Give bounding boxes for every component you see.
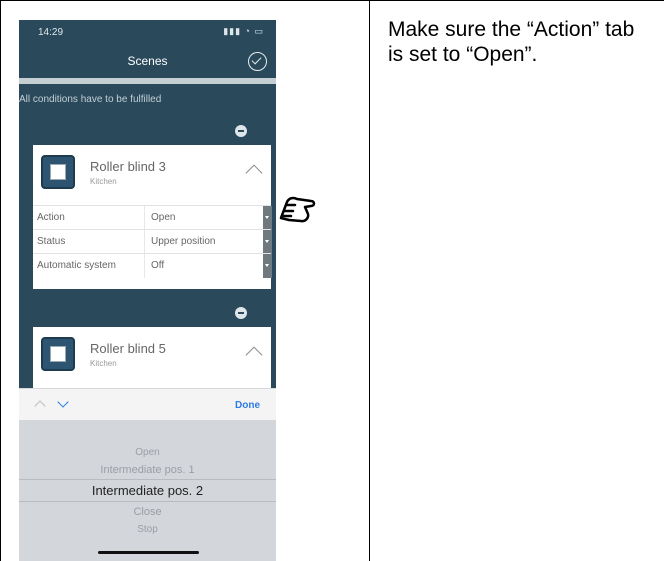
done-button[interactable]: Done xyxy=(235,400,260,411)
automatic-system-select[interactable]: Off xyxy=(144,254,272,278)
status-row[interactable]: Status Upper position xyxy=(33,229,272,254)
device-card-2: Roller blind 5 Kitchen xyxy=(33,327,271,388)
device-room: Kitchen xyxy=(90,177,117,186)
picker-accessory-bar: Done xyxy=(19,388,276,421)
chevron-up-icon[interactable] xyxy=(245,346,263,364)
row-value: Off xyxy=(151,260,165,271)
check-circle-icon[interactable] xyxy=(248,52,267,71)
dropdown-arrow-icon xyxy=(263,206,272,230)
row-value: Open xyxy=(151,212,176,223)
row-label: Automatic system xyxy=(37,260,116,271)
frame-left-border xyxy=(0,0,1,561)
picker-selection-line xyxy=(19,501,276,502)
picker-option[interactable]: Close xyxy=(19,506,276,518)
signal-wifi-battery-icon: ▮▮▮ ◔ ▭ xyxy=(223,26,264,36)
conditions-note: All conditions have to be fulfilled xyxy=(19,94,162,105)
device-name: Roller blind 3 xyxy=(90,159,166,174)
device-card-1: Roller blind 3 Kitchen Action Open Statu… xyxy=(33,145,272,289)
remove-icon[interactable] xyxy=(235,125,247,137)
instruction-text: Make sure the “Action” tab is set to “Op… xyxy=(388,18,635,66)
picker-option[interactable]: Stop xyxy=(19,524,276,535)
row-label: Status xyxy=(37,236,66,247)
roller-blind-icon xyxy=(41,155,75,189)
pointing-hand-icon xyxy=(279,196,316,223)
automatic-system-row[interactable]: Automatic system Off xyxy=(33,253,272,278)
roller-blind-icon xyxy=(41,337,75,371)
frame-top-border xyxy=(0,0,664,1)
chevron-down-icon[interactable] xyxy=(57,396,69,408)
row-label: Action xyxy=(37,212,65,223)
dropdown-arrow-icon xyxy=(263,230,272,254)
chevron-up-icon[interactable] xyxy=(34,400,46,412)
dropdown-arrow-icon xyxy=(263,254,272,278)
action-select[interactable]: Open xyxy=(144,206,272,230)
status-time: 14:29 xyxy=(38,27,64,38)
picker-option[interactable]: Intermediate pos. 1 xyxy=(19,464,276,476)
status-bar: 14:29 ▮▮▮ ◔ ▭ xyxy=(19,20,276,42)
device-name: Roller blind 5 xyxy=(90,341,166,356)
page-title: Scenes xyxy=(127,54,168,68)
chevron-up-icon[interactable] xyxy=(245,164,263,182)
action-row[interactable]: Action Open xyxy=(33,205,272,230)
home-indicator[interactable] xyxy=(98,551,199,554)
row-value: Upper position xyxy=(151,236,216,247)
picker-option-selected[interactable]: Intermediate pos. 2 xyxy=(19,483,276,498)
option-picker[interactable]: Open Intermediate pos. 1 Intermediate po… xyxy=(19,420,276,561)
status-select[interactable]: Upper position xyxy=(144,230,272,254)
device-room: Kitchen xyxy=(90,359,117,368)
remove-icon[interactable] xyxy=(235,307,247,319)
nav-separator xyxy=(19,78,276,84)
phone-screenshot: 14:29 ▮▮▮ ◔ ▭ Scenes All conditions have… xyxy=(19,20,276,561)
nav-bar: Scenes xyxy=(19,42,276,78)
picker-option[interactable]: Open xyxy=(19,447,276,458)
picker-selection-line xyxy=(19,479,276,480)
frame-divider xyxy=(369,0,370,561)
